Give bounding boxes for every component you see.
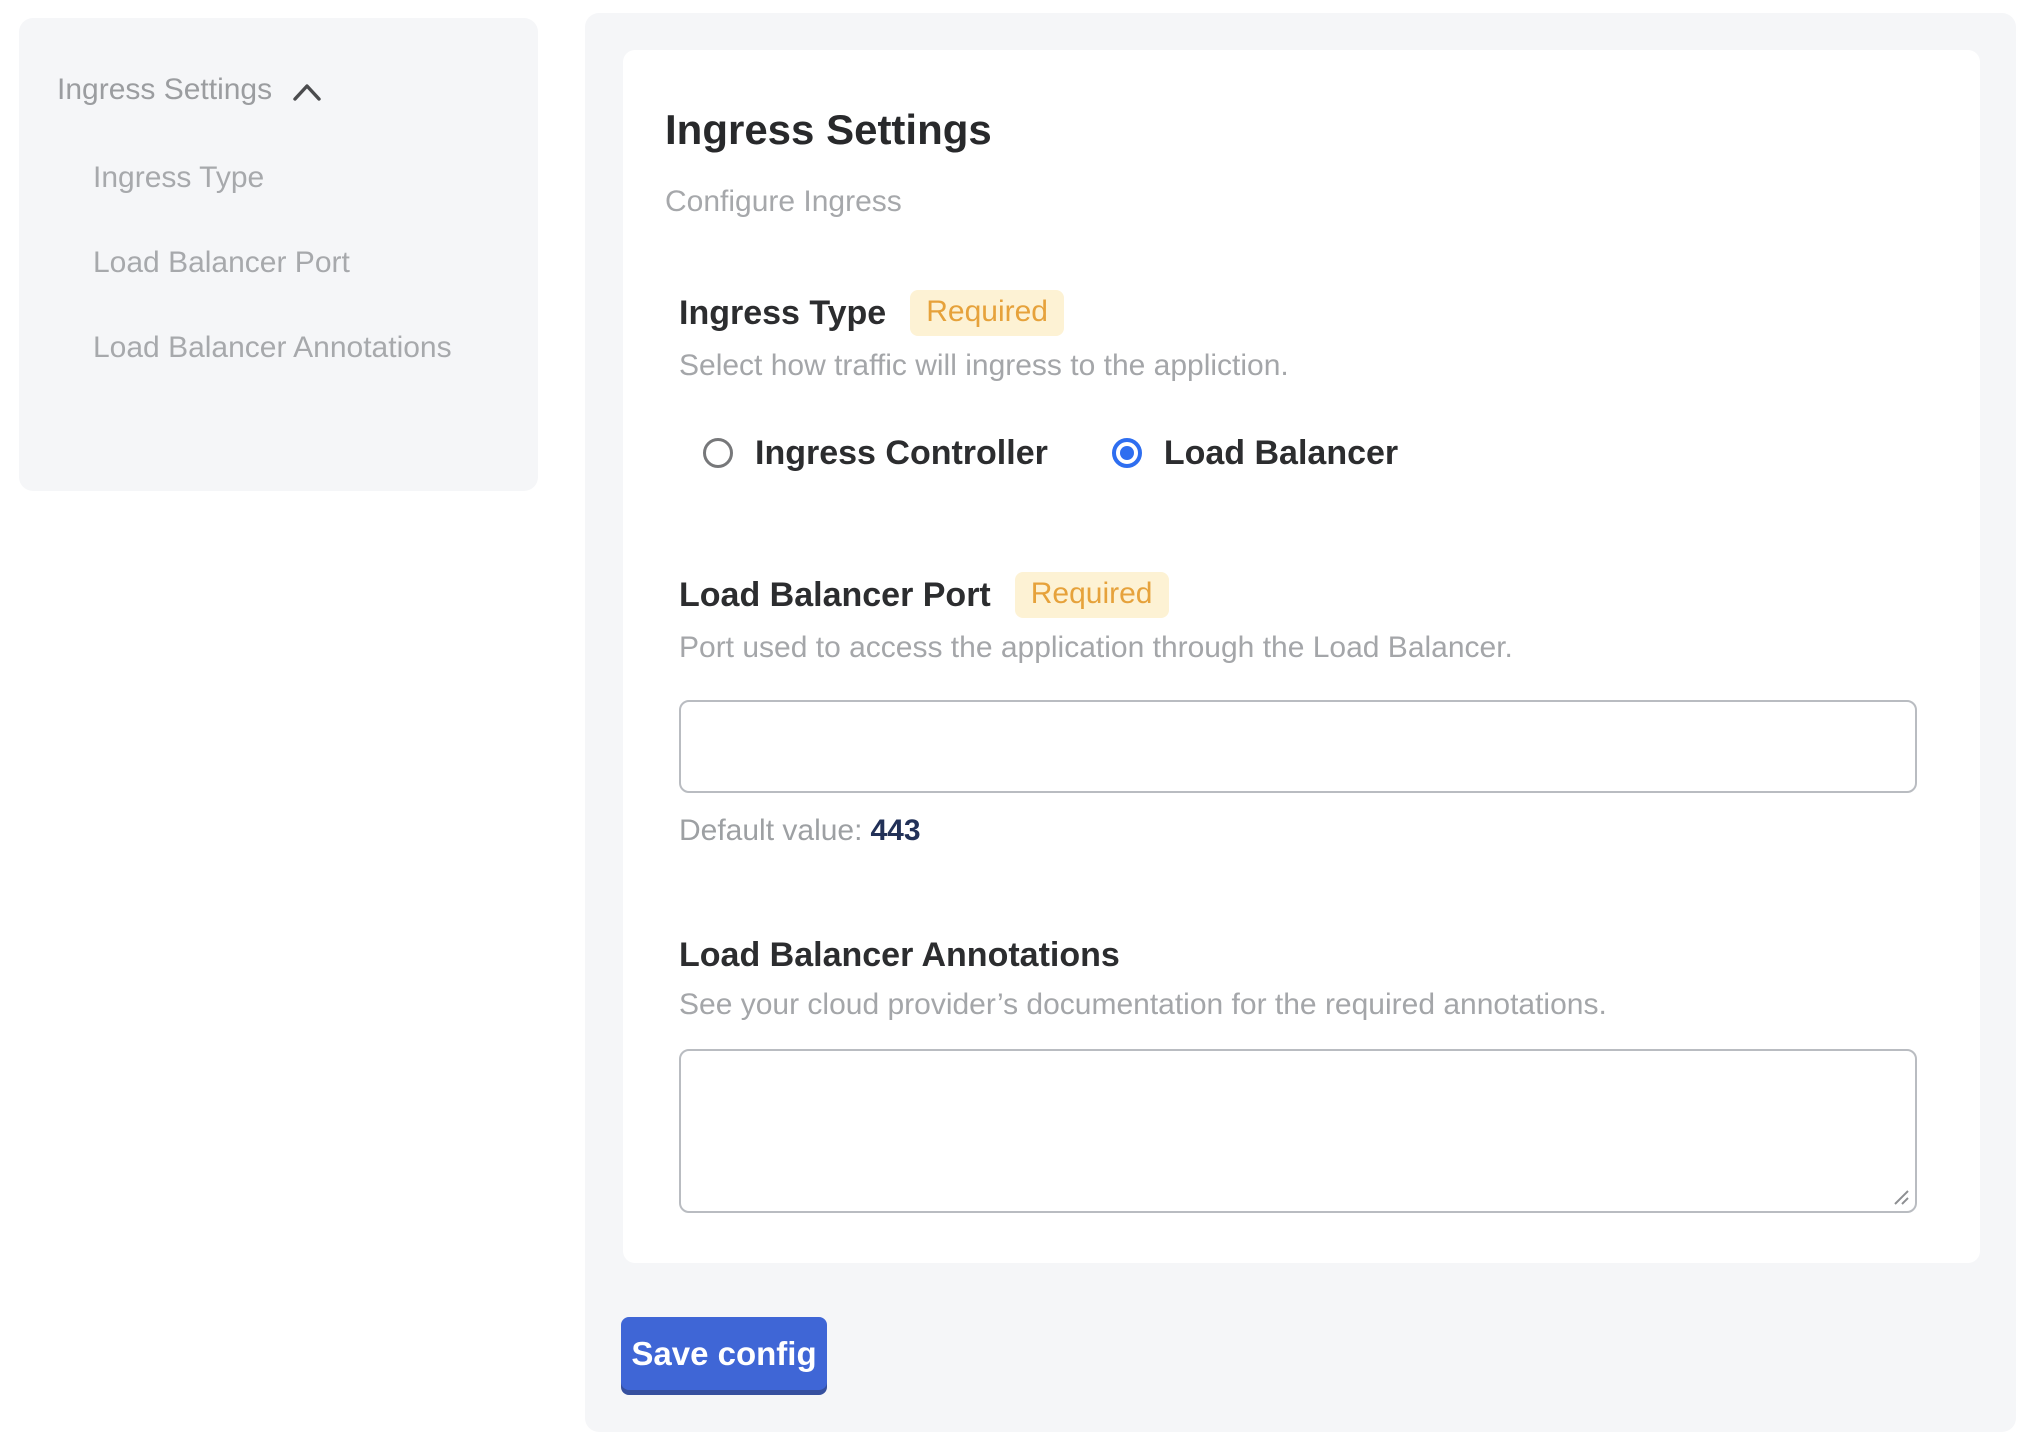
ingress-type-radio-group: Ingress Controller Load Balancer bbox=[703, 434, 1938, 472]
save-config-button[interactable]: Save config bbox=[621, 1317, 827, 1390]
sidebar-group-ingress-settings[interactable]: Ingress Settings bbox=[57, 72, 510, 108]
default-value-label: Default value: bbox=[679, 814, 862, 847]
section-title-load-balancer-annotations: Load Balancer Annotations bbox=[679, 935, 1120, 975]
sidebar-item-list: Ingress Type Load Balancer Port Load Bal… bbox=[93, 155, 510, 370]
settings-sidebar: Ingress Settings Ingress Type Load Balan… bbox=[19, 18, 538, 491]
required-badge: Required bbox=[1015, 572, 1169, 618]
sidebar-item-ingress-type[interactable]: Ingress Type bbox=[93, 155, 453, 200]
annotations-textarea-wrap bbox=[679, 1049, 1917, 1213]
section-description: Select how traffic will ingress to the a… bbox=[679, 350, 1938, 382]
radio-ingress-controller[interactable] bbox=[703, 438, 733, 468]
default-value-row: Default value:443 bbox=[679, 815, 1938, 847]
section-description: Port used to access the application thro… bbox=[679, 632, 1938, 664]
section-title-ingress-type: Ingress Type bbox=[679, 293, 886, 333]
required-badge: Required bbox=[910, 290, 1064, 336]
section-ingress-type: Ingress Type Required Select how traffic… bbox=[679, 290, 1938, 472]
load-balancer-port-input[interactable] bbox=[679, 700, 1917, 793]
page-title: Ingress Settings bbox=[665, 108, 1938, 152]
section-load-balancer-annotations-head: Load Balancer Annotations bbox=[679, 935, 1938, 975]
section-load-balancer-port-head: Load Balancer Port Required bbox=[679, 572, 1938, 618]
sidebar-item-load-balancer-port[interactable]: Load Balancer Port bbox=[93, 240, 453, 285]
load-balancer-annotations-textarea[interactable] bbox=[679, 1049, 1917, 1213]
chevron-up-icon bbox=[290, 80, 324, 104]
ingress-settings-card: Ingress Settings Configure Ingress Ingre… bbox=[623, 50, 1980, 1263]
resize-grip-icon[interactable] bbox=[1890, 1186, 1912, 1208]
section-description: See your cloud provider’s documentation … bbox=[679, 989, 1938, 1021]
radio-load-balancer[interactable] bbox=[1112, 438, 1142, 468]
section-load-balancer-annotations: Load Balancer Annotations See your cloud… bbox=[679, 935, 1938, 1213]
section-title-load-balancer-port: Load Balancer Port bbox=[679, 575, 991, 615]
sidebar-item-load-balancer-annotations[interactable]: Load Balancer Annotations bbox=[93, 325, 453, 370]
section-load-balancer-port: Load Balancer Port Required Port used to… bbox=[679, 572, 1938, 847]
section-ingress-type-head: Ingress Type Required bbox=[679, 290, 1938, 336]
radio-label-load-balancer: Load Balancer bbox=[1164, 434, 1398, 472]
radio-label-ingress-controller: Ingress Controller bbox=[755, 434, 1048, 472]
option-ingress-controller[interactable]: Ingress Controller bbox=[703, 434, 1048, 472]
option-load-balancer[interactable]: Load Balancer bbox=[1112, 434, 1398, 472]
sidebar-group-label: Ingress Settings bbox=[57, 72, 272, 108]
main-panel: Ingress Settings Configure Ingress Ingre… bbox=[585, 13, 2016, 1432]
page-subtitle: Configure Ingress bbox=[665, 186, 1938, 218]
default-value: 443 bbox=[870, 814, 920, 847]
